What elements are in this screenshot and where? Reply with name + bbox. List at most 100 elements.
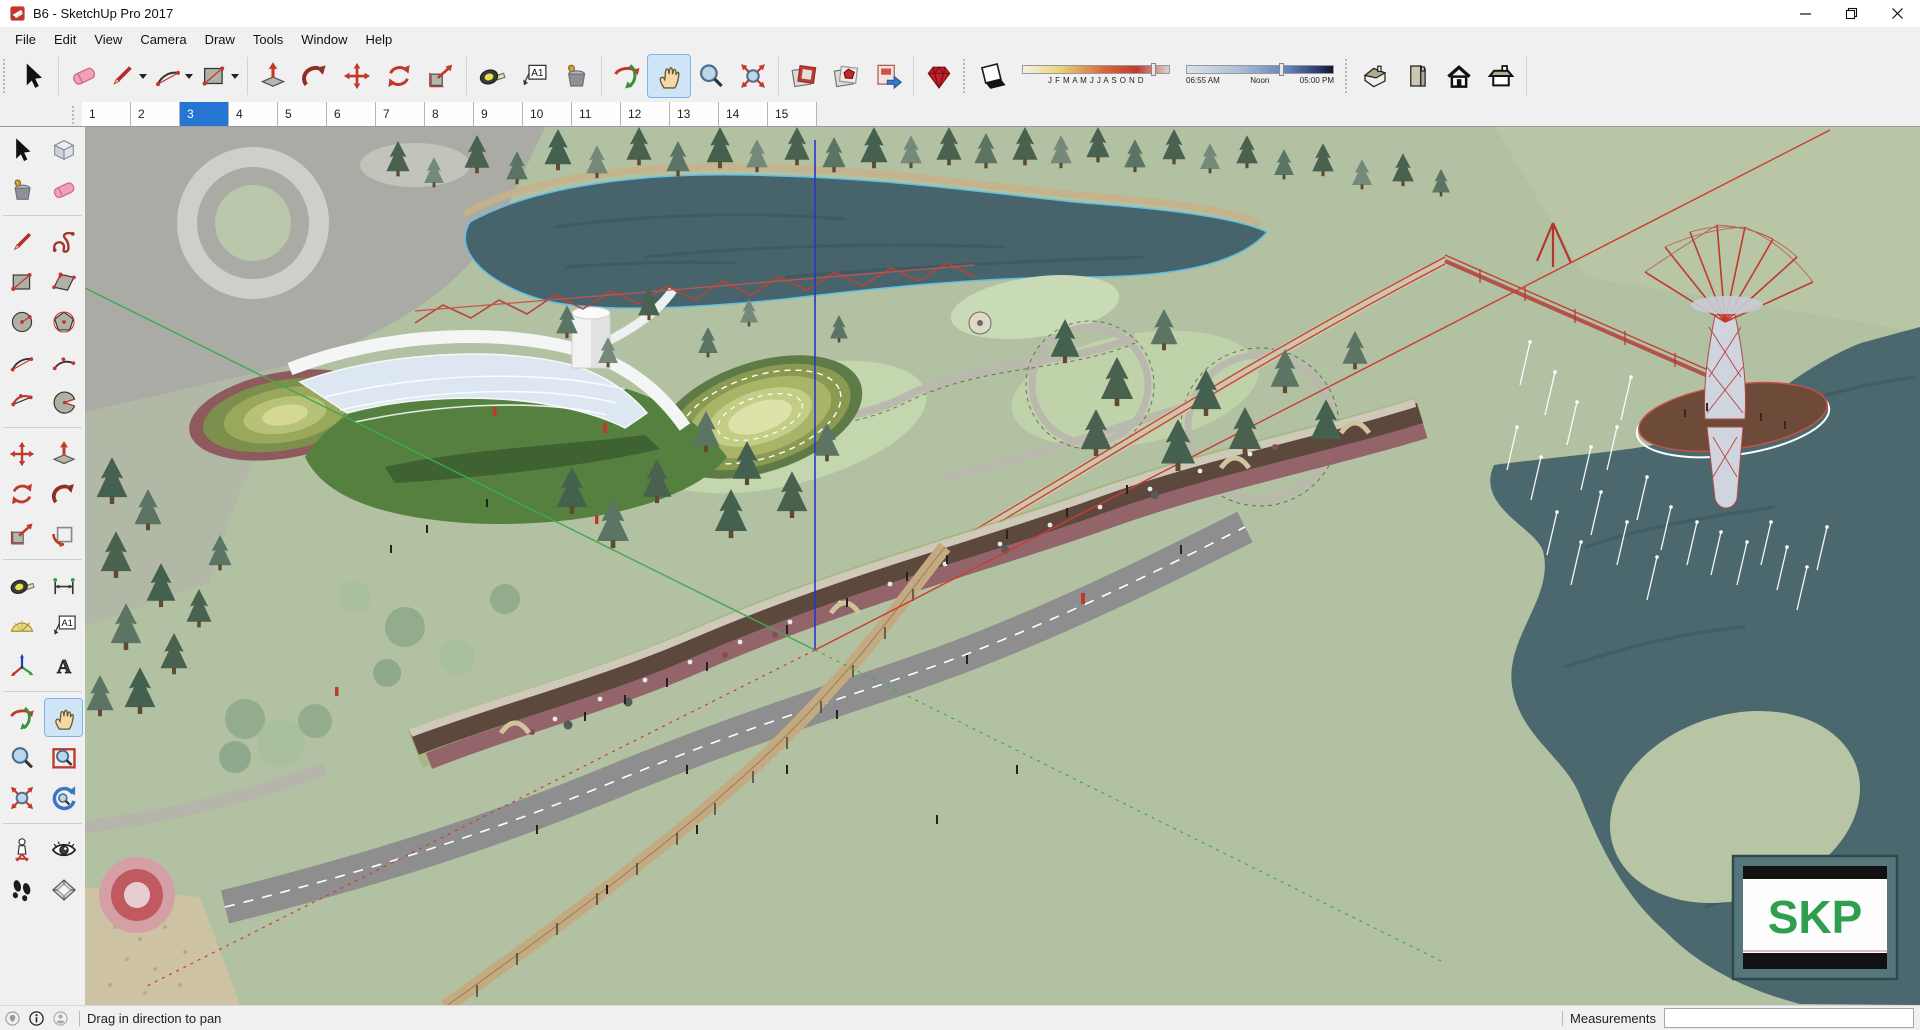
shapes-tool-dropdown[interactable] — [231, 73, 239, 79]
menu-window[interactable]: Window — [292, 29, 356, 50]
scene-tab-9[interactable]: 9 — [474, 102, 523, 126]
arc-tool[interactable] — [3, 343, 40, 380]
line-tool-button[interactable] — [105, 55, 139, 97]
credits-button[interactable] — [24, 1006, 48, 1030]
date-gradient-strip[interactable] — [1022, 65, 1170, 74]
tape-measure-tool[interactable] — [3, 567, 40, 604]
text-tool-button[interactable]: A1 — [513, 55, 555, 97]
toolbar-grip[interactable] — [3, 59, 9, 93]
menu-camera[interactable]: Camera — [131, 29, 195, 50]
3d-text-tool[interactable]: A — [45, 647, 82, 684]
look-around-tool[interactable] — [45, 831, 82, 868]
section-plane-tool[interactable] — [45, 871, 82, 908]
scene-tab-6[interactable]: 6 — [327, 102, 376, 126]
scene-tab-5[interactable]: 5 — [278, 102, 327, 126]
move-tool-button[interactable] — [336, 55, 378, 97]
scene-tab-12[interactable]: 12 — [621, 102, 670, 126]
time-slider-handle[interactable] — [1279, 63, 1285, 76]
follow-me-tool[interactable] — [45, 475, 82, 512]
orbit-tool-button[interactable] — [606, 55, 648, 97]
viewport-3d-canvas[interactable]: SKP — [85, 127, 1920, 1005]
menu-edit[interactable]: Edit — [45, 29, 85, 50]
walk-tool[interactable] — [3, 871, 40, 908]
toolbar-grip[interactable] — [963, 59, 969, 93]
freehand-tool[interactable] — [45, 223, 82, 260]
export-model-button[interactable] — [825, 55, 867, 97]
pan-tool[interactable] — [44, 698, 83, 737]
ruby-console-button[interactable] — [918, 55, 960, 97]
scene-tab-7[interactable]: 7 — [376, 102, 425, 126]
arc-tool-dropdown[interactable] — [185, 73, 193, 79]
scene-tab-4[interactable]: 4 — [229, 102, 278, 126]
paint-bucket-button[interactable] — [555, 55, 597, 97]
time-gradient-strip[interactable] — [1186, 65, 1334, 74]
circle-tool[interactable] — [3, 303, 40, 340]
scene-tab-2[interactable]: 2 — [131, 102, 180, 126]
dimension-tool[interactable] — [45, 567, 82, 604]
make-component-tool[interactable] — [45, 131, 82, 168]
zoom-tool[interactable] — [3, 739, 40, 776]
export-layout-button[interactable] — [783, 55, 825, 97]
export-image-button[interactable] — [867, 55, 909, 97]
select-tool-button[interactable] — [12, 55, 54, 97]
component-house-button[interactable] — [1354, 55, 1396, 97]
axes-tool[interactable] — [3, 647, 40, 684]
minimize-button[interactable] — [1782, 0, 1828, 27]
menu-view[interactable]: View — [85, 29, 131, 50]
select-tool[interactable] — [3, 131, 40, 168]
previous-view-tool[interactable] — [45, 779, 82, 816]
scale-tool[interactable] — [3, 515, 40, 552]
component-building-button[interactable] — [1396, 55, 1438, 97]
rectangle-tool[interactable] — [3, 263, 40, 300]
scene-tab-15[interactable]: 15 — [768, 102, 817, 126]
shapes-tool-button[interactable] — [197, 55, 231, 97]
menu-help[interactable]: Help — [357, 29, 402, 50]
paint-bucket-tool[interactable] — [3, 171, 40, 208]
offset-tool-button[interactable] — [294, 55, 336, 97]
line-tool-dropdown[interactable] — [139, 73, 147, 79]
component-house-front-button[interactable] — [1438, 55, 1480, 97]
zoom-extents-tool[interactable] — [3, 779, 40, 816]
rotated-rectangle-tool[interactable] — [45, 263, 82, 300]
offset-tool[interactable] — [45, 515, 82, 552]
scene-tab-10[interactable]: 10 — [523, 102, 572, 126]
scale-tool-button[interactable] — [420, 55, 462, 97]
menu-tools[interactable]: Tools — [244, 29, 292, 50]
tabs-grip[interactable] — [72, 106, 80, 124]
toolbar-grip[interactable] — [1345, 59, 1351, 93]
scene-tab-1[interactable]: 1 — [82, 102, 131, 126]
text-tool[interactable]: A1 — [45, 607, 82, 644]
protractor-tool[interactable] — [3, 607, 40, 644]
scene-tab-14[interactable]: 14 — [719, 102, 768, 126]
orbit-tool[interactable] — [3, 699, 40, 736]
shadows-toggle-button[interactable] — [972, 55, 1014, 97]
pie-tool[interactable] — [45, 383, 82, 420]
menu-file[interactable]: File — [6, 29, 45, 50]
position-camera-tool[interactable] — [3, 831, 40, 868]
two-point-arc-tool[interactable] — [45, 343, 82, 380]
eraser-tool[interactable] — [45, 171, 82, 208]
push-pull-tool-button[interactable] — [252, 55, 294, 97]
three-point-arc-tool[interactable] — [3, 383, 40, 420]
move-tool[interactable] — [3, 435, 40, 472]
close-button[interactable] — [1874, 0, 1920, 27]
arc-tool-button[interactable] — [151, 55, 185, 97]
menu-draw[interactable]: Draw — [196, 29, 244, 50]
shadow-date-slider[interactable]: J F M A M J J A S O N D — [1022, 61, 1170, 91]
zoom-extents-button[interactable] — [732, 55, 774, 97]
component-house-flat-button[interactable] — [1480, 55, 1522, 97]
eraser-tool-button[interactable] — [63, 55, 105, 97]
scene-tab-3[interactable]: 3 — [180, 102, 229, 126]
geolocation-button[interactable] — [0, 1006, 24, 1030]
scene-tab-11[interactable]: 11 — [572, 102, 621, 126]
restore-button[interactable] — [1828, 0, 1874, 27]
pan-tool-button[interactable] — [647, 54, 691, 98]
zoom-window-tool[interactable] — [45, 739, 82, 776]
polygon-tool[interactable] — [45, 303, 82, 340]
rotate-tool[interactable] — [3, 475, 40, 512]
rotate-tool-button[interactable] — [378, 55, 420, 97]
sign-in-button[interactable] — [48, 1006, 72, 1030]
zoom-tool-button[interactable] — [690, 55, 732, 97]
scene-tab-13[interactable]: 13 — [670, 102, 719, 126]
line-tool[interactable] — [3, 223, 40, 260]
